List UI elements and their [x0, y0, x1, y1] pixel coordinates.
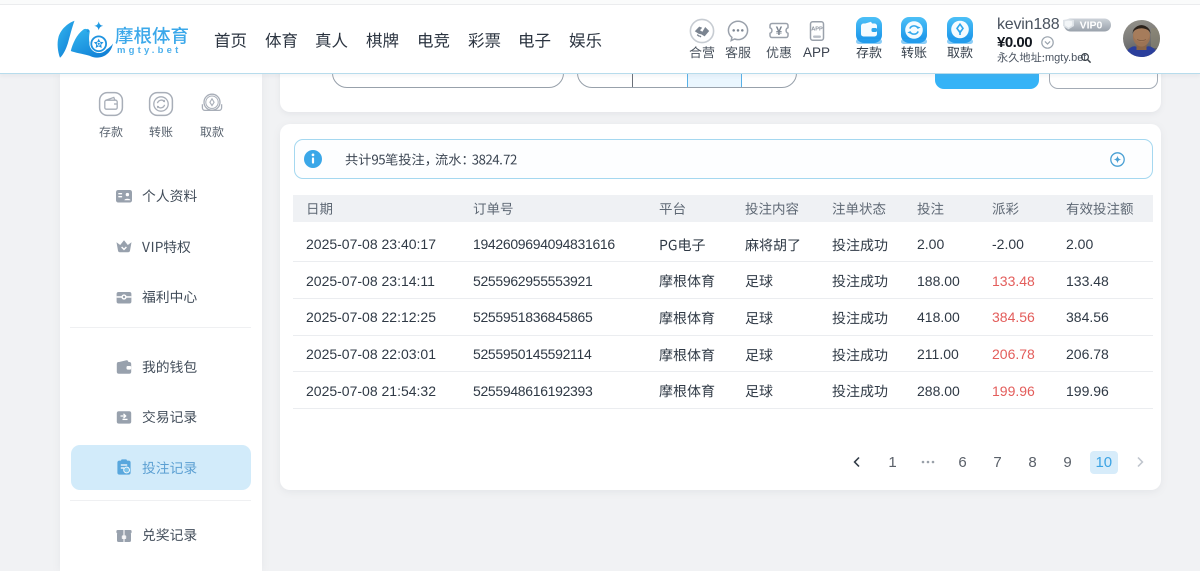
svg-text:APP: APP: [811, 26, 823, 32]
svg-text:¥: ¥: [775, 25, 782, 37]
svg-text:VIP0: VIP0: [1080, 20, 1103, 32]
